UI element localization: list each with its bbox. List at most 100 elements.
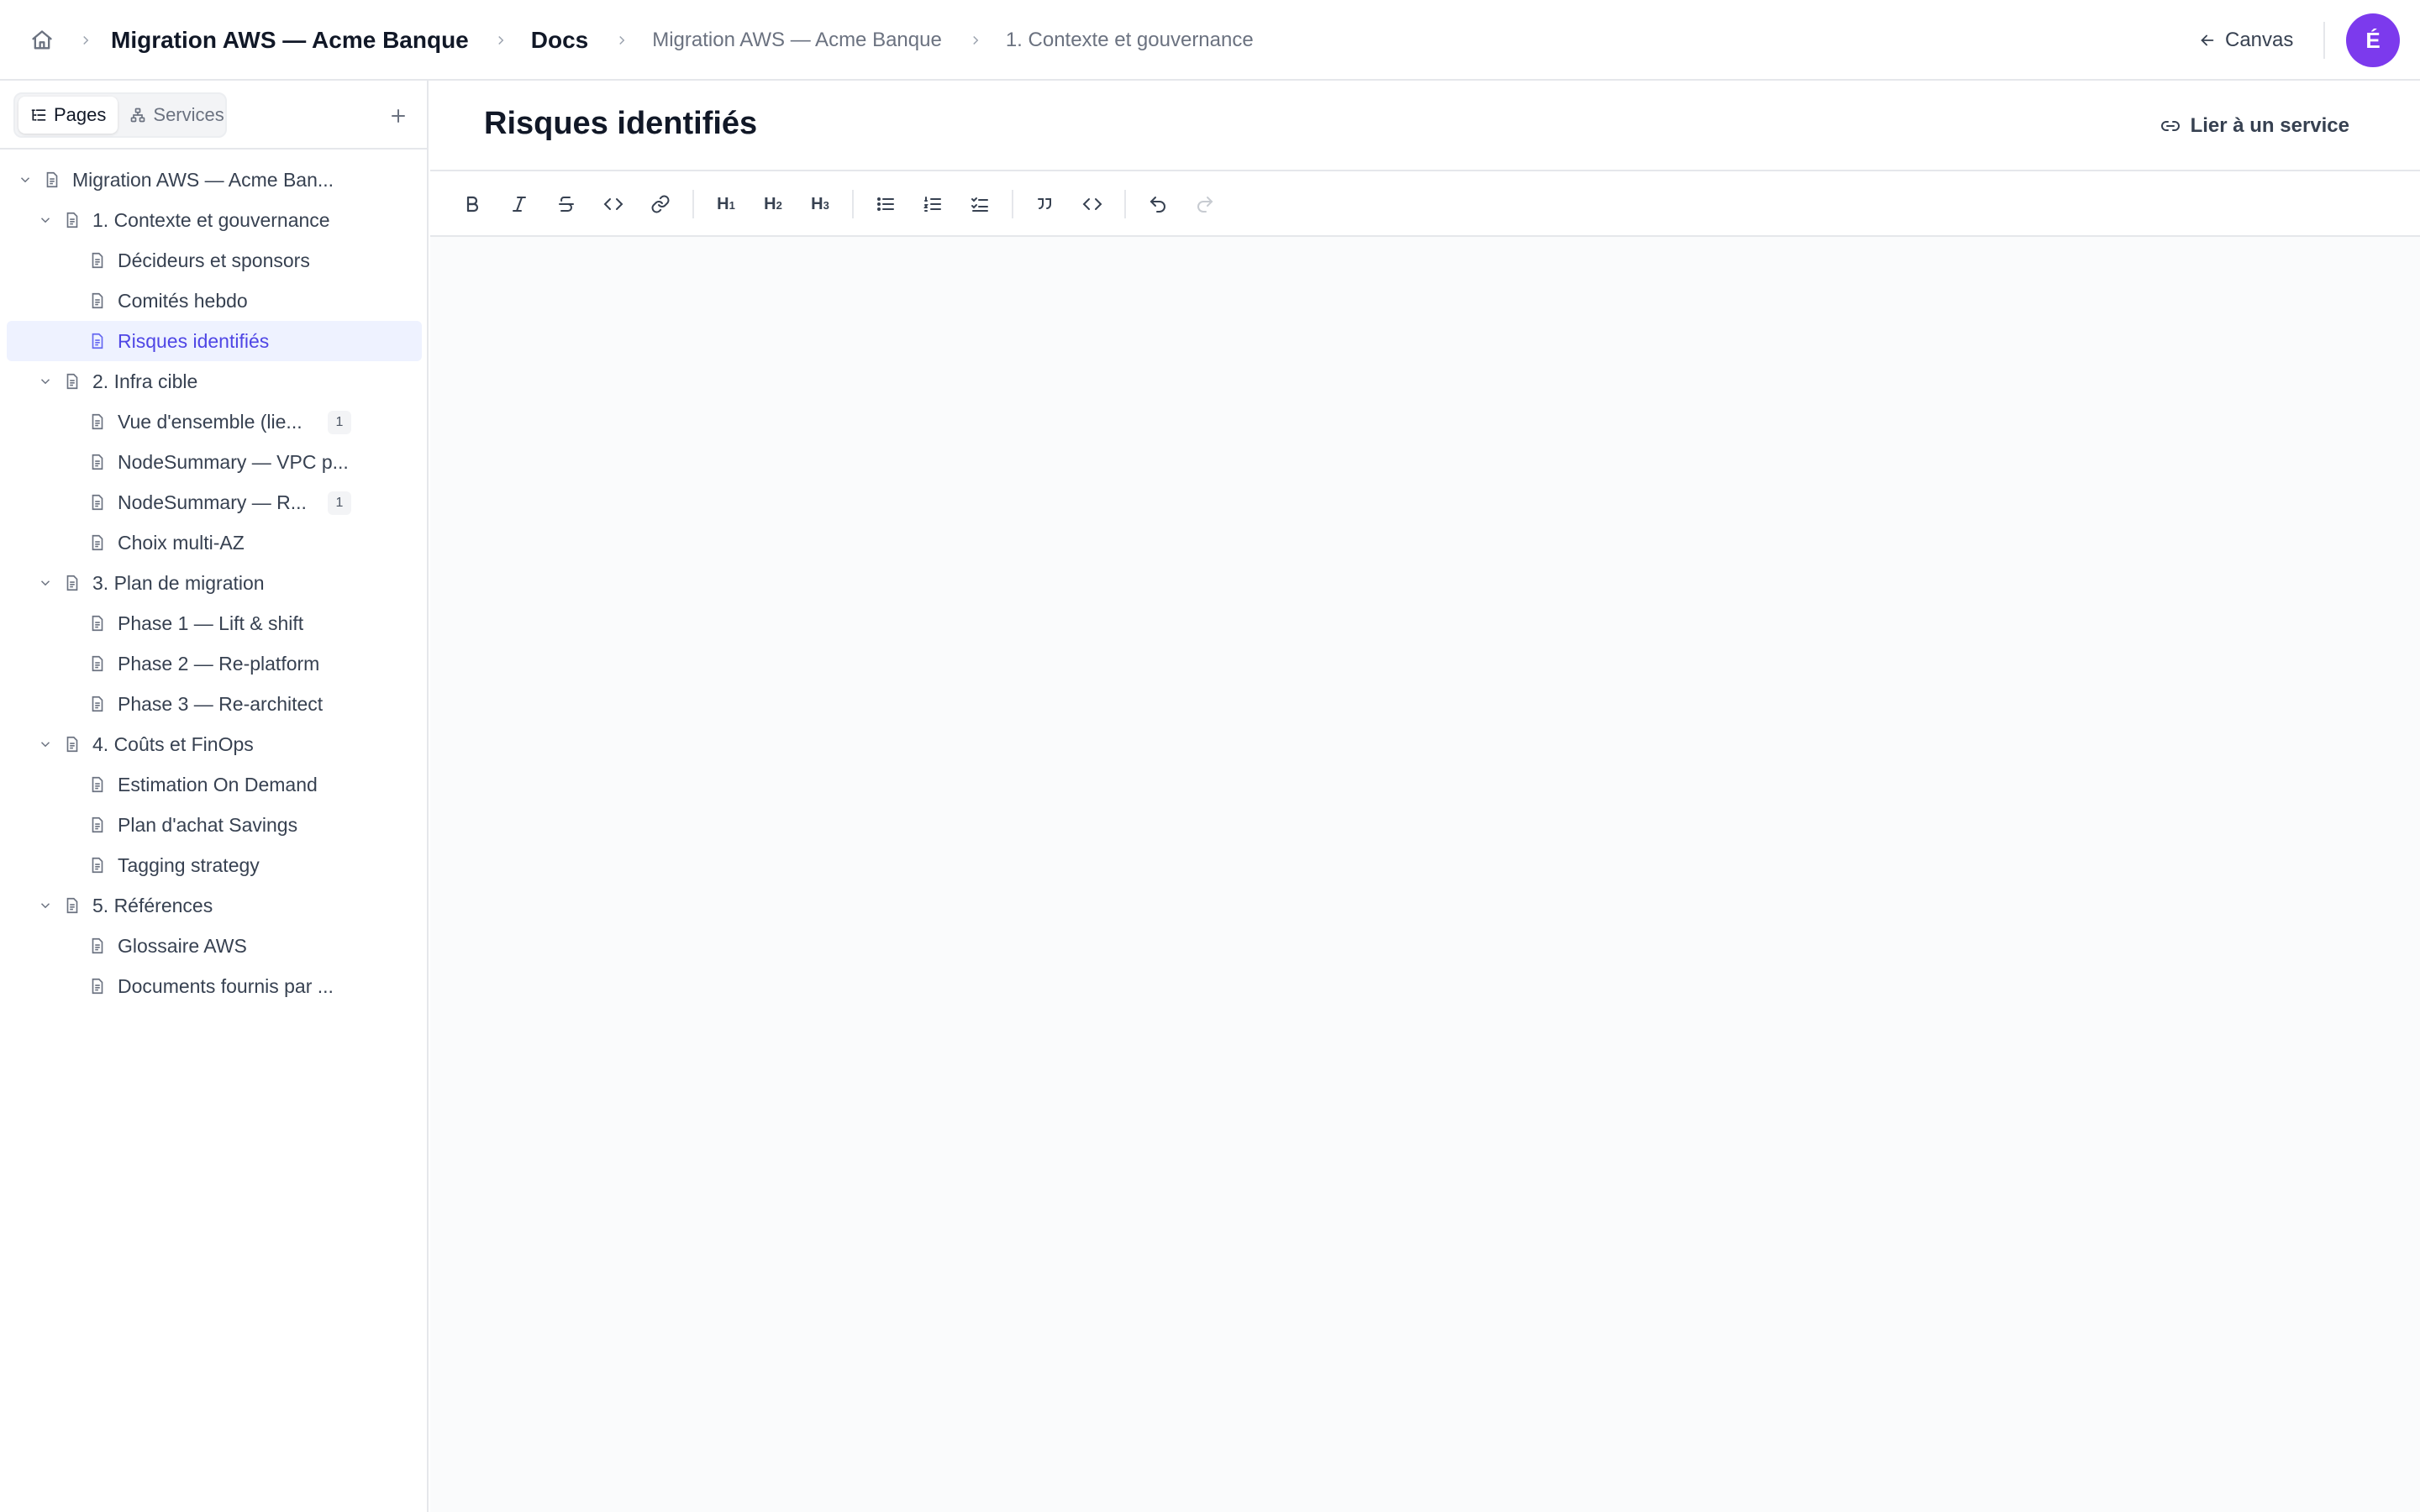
document-icon bbox=[87, 976, 108, 996]
document-icon bbox=[87, 654, 108, 674]
network-icon bbox=[129, 107, 146, 123]
tree-item-label: NodeSummary — VPC p... bbox=[118, 450, 349, 473]
tree-item-nodesummary-r[interactable]: NodeSummary — R... 1 bbox=[0, 482, 427, 522]
tree-item-glossaire[interactable]: Glossaire AWS bbox=[0, 926, 427, 966]
tree-item-label: 2. Infra cible bbox=[92, 370, 198, 392]
link-count-badge: 1 bbox=[328, 491, 351, 515]
document-icon bbox=[62, 734, 82, 754]
add-page-button[interactable] bbox=[383, 101, 413, 131]
quote-icon[interactable] bbox=[1028, 187, 1062, 221]
sidebar-view-switch: Pages Services bbox=[13, 92, 227, 138]
tree-item-comites[interactable]: Comités hebdo bbox=[0, 281, 427, 321]
tree-item-decideurs[interactable]: Décideurs et sponsors bbox=[0, 240, 427, 281]
tree-item-label: Migration AWS — Acme Ban... bbox=[72, 168, 334, 191]
chevron-down-icon[interactable] bbox=[35, 371, 55, 391]
chevron-down-icon[interactable] bbox=[35, 573, 55, 593]
redo-icon[interactable] bbox=[1188, 187, 1222, 221]
back-to-canvas-button[interactable]: Canvas bbox=[2198, 24, 2293, 57]
toolbar-divider bbox=[852, 190, 854, 218]
tree-item-savings[interactable]: Plan d'achat Savings bbox=[0, 805, 427, 845]
inline-code-icon[interactable] bbox=[597, 187, 630, 221]
tree-item-label: NodeSummary — R... bbox=[118, 491, 307, 513]
tree-item-infra[interactable]: 2. Infra cible bbox=[0, 361, 427, 402]
chevron-down-icon[interactable] bbox=[15, 170, 35, 190]
breadcrumb-section[interactable]: Docs bbox=[531, 27, 588, 54]
divider bbox=[2323, 22, 2325, 59]
tree-item-plan-migration[interactable]: 3. Plan de migration bbox=[0, 563, 427, 603]
chevron-right-icon bbox=[605, 33, 639, 48]
tree-item-label: Glossaire AWS bbox=[118, 934, 247, 957]
arrow-left-icon bbox=[2198, 31, 2217, 50]
tree-item-label: Phase 1 — Lift & shift bbox=[118, 612, 304, 634]
breadcrumb-doc[interactable]: Migration AWS — Acme Banque bbox=[652, 29, 942, 52]
tree-item-label: Documents fournis par ... bbox=[118, 974, 334, 997]
editor-content-area[interactable] bbox=[430, 239, 2420, 1512]
chevron-right-icon bbox=[484, 33, 518, 48]
tree-item-documents[interactable]: Documents fournis par ... bbox=[0, 966, 427, 1006]
document-icon bbox=[62, 573, 82, 593]
list-tree-icon bbox=[30, 107, 47, 123]
tree-item-phase-1[interactable]: Phase 1 — Lift & shift bbox=[0, 603, 427, 643]
toolbar-divider bbox=[1012, 190, 1013, 218]
chevron-right-icon bbox=[959, 33, 992, 48]
link-service-label: Lier à un service bbox=[2190, 114, 2349, 137]
breadcrumb-project[interactable]: Migration AWS — Acme Banque bbox=[111, 27, 469, 54]
tree-item-phase-3[interactable]: Phase 3 — Re-architect bbox=[0, 684, 427, 724]
tree-item-risques[interactable]: Risques identifiés bbox=[7, 321, 422, 361]
breadcrumb-page[interactable]: 1. Contexte et gouvernance bbox=[1006, 29, 1254, 52]
chevron-down-icon[interactable] bbox=[35, 895, 55, 916]
tree-item-references[interactable]: 5. Références bbox=[0, 885, 427, 926]
ordered-list-icon[interactable] bbox=[916, 187, 950, 221]
document-icon bbox=[87, 291, 108, 311]
bullet-list-icon[interactable] bbox=[869, 187, 902, 221]
tree-item-root[interactable]: Migration AWS — Acme Ban... bbox=[0, 160, 427, 200]
page-tree: Migration AWS — Acme Ban... 1. Contexte … bbox=[0, 160, 427, 1006]
document-icon bbox=[87, 452, 108, 472]
link-icon[interactable] bbox=[644, 187, 677, 221]
tree-item-label: Comités hebdo bbox=[118, 289, 248, 312]
tree-item-label: Risques identifiés bbox=[118, 329, 270, 352]
tree-item-multi-az[interactable]: Choix multi-AZ bbox=[0, 522, 427, 563]
link-service-button[interactable]: Lier à un service bbox=[2160, 109, 2349, 143]
italic-icon[interactable] bbox=[502, 187, 536, 221]
link-count-badge: 1 bbox=[328, 411, 351, 434]
heading-1-icon[interactable]: H1 bbox=[709, 187, 743, 221]
document-icon bbox=[87, 855, 108, 875]
tree-item-estimation[interactable]: Estimation On Demand bbox=[0, 764, 427, 805]
sidebar: Pages Services Migration AWS — Acme Ban.… bbox=[0, 81, 429, 1512]
page-title[interactable]: Risques identifiés bbox=[484, 106, 757, 142]
tab-services[interactable]: Services bbox=[118, 97, 235, 134]
chevron-right-icon bbox=[69, 33, 103, 48]
document-icon bbox=[87, 250, 108, 270]
document-icon bbox=[87, 331, 108, 351]
tab-pages[interactable]: Pages bbox=[18, 97, 118, 134]
document-icon bbox=[87, 533, 108, 553]
home-icon[interactable] bbox=[25, 25, 59, 55]
link-icon bbox=[2160, 116, 2181, 136]
document-icon bbox=[87, 492, 108, 512]
tree-item-contexte[interactable]: 1. Contexte et gouvernance bbox=[0, 200, 427, 240]
document-panel: Risques identifiés Lier à un service H1 … bbox=[430, 81, 2420, 1512]
heading-3-icon[interactable]: H3 bbox=[803, 187, 837, 221]
task-list-icon[interactable] bbox=[963, 187, 997, 221]
toolbar-divider bbox=[1124, 190, 1126, 218]
avatar[interactable]: É bbox=[2346, 13, 2400, 67]
code-block-icon[interactable] bbox=[1076, 187, 1109, 221]
toolbar-divider bbox=[692, 190, 694, 218]
bold-icon[interactable] bbox=[455, 187, 489, 221]
tree-item-tagging[interactable]: Tagging strategy bbox=[0, 845, 427, 885]
chevron-down-icon[interactable] bbox=[35, 210, 55, 230]
document-icon bbox=[62, 895, 82, 916]
heading-2-icon[interactable]: H2 bbox=[756, 187, 790, 221]
tree-item-label: 5. Références bbox=[92, 894, 213, 916]
undo-icon[interactable] bbox=[1141, 187, 1175, 221]
tree-item-phase-2[interactable]: Phase 2 — Re-platform bbox=[0, 643, 427, 684]
tree-item-nodesummary-vpc[interactable]: NodeSummary — VPC p... bbox=[0, 442, 427, 482]
tree-item-couts[interactable]: 4. Coûts et FinOps bbox=[0, 724, 427, 764]
tree-item-label: Phase 2 — Re-platform bbox=[118, 652, 320, 675]
tree-item-vue-ensemble[interactable]: Vue d'ensemble (lie... 1 bbox=[0, 402, 427, 442]
tree-item-label: Vue d'ensemble (lie... bbox=[118, 410, 302, 433]
strikethrough-icon[interactable] bbox=[550, 187, 583, 221]
chevron-down-icon[interactable] bbox=[35, 734, 55, 754]
tree-item-label: Choix multi-AZ bbox=[118, 531, 245, 554]
